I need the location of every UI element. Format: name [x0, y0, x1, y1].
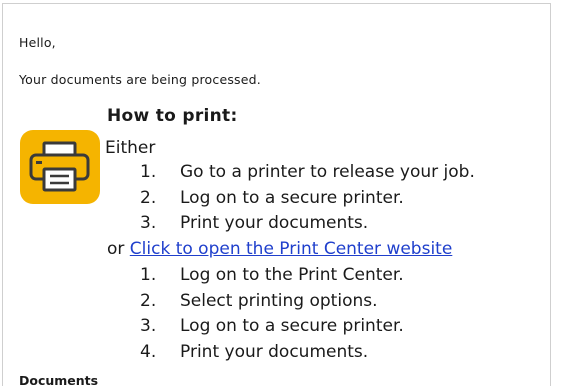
list-item: 1. Log on to the Print Center. — [140, 263, 404, 289]
step-text: Log on to a secure printer. — [180, 316, 404, 336]
or-label: or — [107, 239, 125, 259]
step-text: Print your documents. — [180, 213, 369, 233]
list-item: 4. Print your documents. — [140, 340, 404, 366]
greeting-text: Hello, — [19, 35, 56, 50]
list-item: 3. Print your documents. — [140, 211, 475, 237]
how-to-print-heading: How to print: — [107, 106, 238, 126]
step-text: Log on to the Print Center. — [180, 265, 404, 285]
or-line: or Click to open the Print Center websit… — [107, 239, 452, 259]
step-number: 2. — [140, 290, 157, 311]
step-text: Print your documents. — [180, 341, 369, 362]
step-text: Log on to a secure printer. — [180, 187, 404, 208]
list-item: 3. Log on to a secure printer. — [140, 314, 404, 340]
intro-text: Your documents are being processed. — [19, 72, 261, 87]
step-number: 1. — [140, 162, 157, 182]
release-job-steps: 1. Go to a printer to release your job. 2… — [140, 160, 475, 237]
print-center-link[interactable]: Click to open the Print Center website — [130, 239, 453, 259]
list-item: 1. Go to a printer to release your job. — [140, 160, 475, 186]
either-label: Either — [105, 138, 156, 158]
print-center-steps: 1. Log on to the Print Center. 2. Select p… — [140, 263, 404, 365]
step-number: 3. — [140, 213, 157, 233]
step-number: 3. — [140, 316, 157, 336]
step-number: 1. — [140, 265, 157, 285]
step-number: 2. — [140, 187, 157, 208]
list-item: 2. Log on to a secure printer. — [140, 186, 475, 212]
step-text: Go to a printer to release your job. — [180, 162, 475, 182]
step-text: Select printing options. — [180, 290, 378, 311]
printer-icon — [20, 130, 100, 204]
step-number: 4. — [140, 341, 157, 362]
list-item: 2. Select printing options. — [140, 289, 404, 315]
